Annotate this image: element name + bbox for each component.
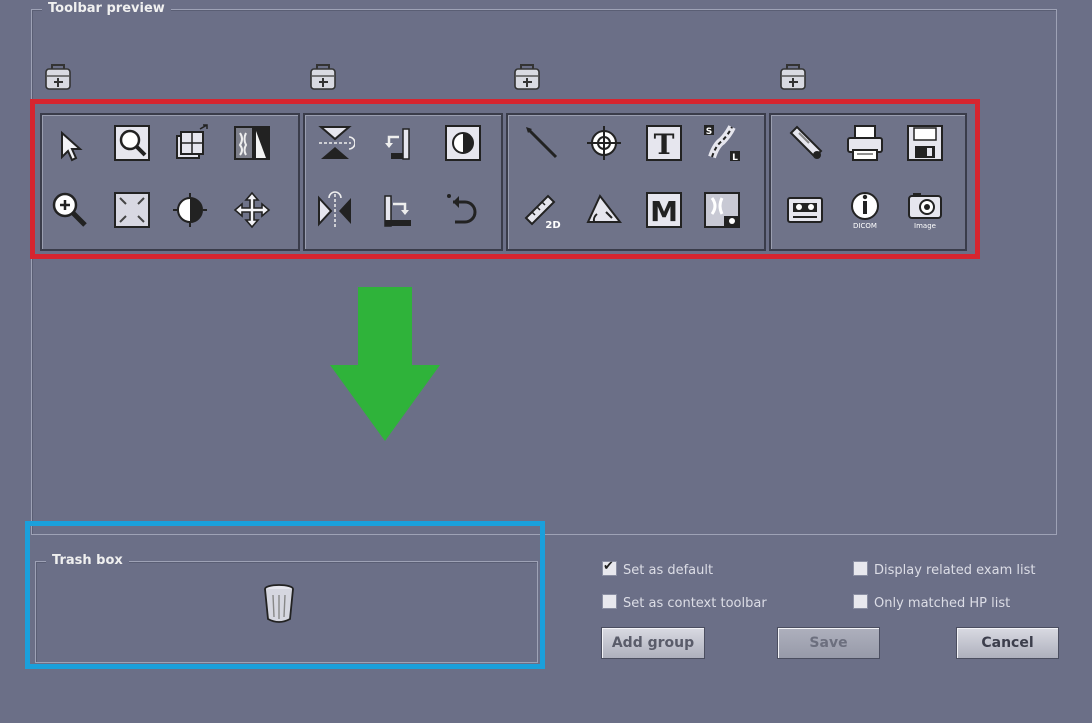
print-icon[interactable] bbox=[845, 123, 885, 163]
dicom-info-icon[interactable]: DICOM bbox=[845, 190, 885, 230]
save-button[interactable]: Save bbox=[777, 627, 880, 659]
drag-grip-icon[interactable] bbox=[777, 60, 809, 92]
dicom-label: DICOM bbox=[853, 222, 877, 230]
drag-grip-icon[interactable] bbox=[307, 60, 339, 92]
checkbox-icon[interactable] bbox=[602, 594, 617, 609]
checkbox-checked-icon[interactable] bbox=[602, 559, 617, 576]
undo-rotate-icon[interactable] bbox=[443, 190, 483, 230]
spine-l-label: L bbox=[732, 153, 738, 163]
crosshair-icon[interactable] bbox=[584, 123, 624, 163]
set-context-label: Set as context toolbar bbox=[623, 596, 767, 611]
matched-hp-checkbox[interactable]: Only matched HP list bbox=[853, 594, 1010, 612]
tool-group-orientation bbox=[303, 113, 503, 251]
set-context-checkbox[interactable]: Set as context toolbar bbox=[602, 594, 767, 612]
tape-icon[interactable] bbox=[785, 190, 825, 230]
trash-box-highlight bbox=[25, 521, 545, 669]
ruler-2d-label: 2D bbox=[545, 220, 560, 230]
tool-group-annotation: T SL 2D M bbox=[506, 113, 766, 251]
flip-vertical-icon[interactable] bbox=[315, 123, 355, 163]
pointer-icon[interactable] bbox=[50, 125, 90, 165]
layout-grid-icon[interactable] bbox=[170, 123, 210, 163]
related-exam-label: Display related exam list bbox=[874, 563, 1036, 578]
microphone-icon[interactable] bbox=[785, 123, 825, 163]
xray-overlay-icon[interactable] bbox=[702, 190, 742, 230]
set-default-checkbox[interactable]: Set as default bbox=[602, 559, 714, 579]
checkbox-icon[interactable] bbox=[853, 561, 868, 576]
down-arrow-icon bbox=[330, 287, 440, 441]
cancel-button[interactable]: Cancel bbox=[956, 627, 1059, 659]
related-exam-checkbox[interactable]: Display related exam list bbox=[853, 561, 1035, 579]
zoom-box-icon[interactable] bbox=[112, 123, 152, 163]
flip-horizontal-icon[interactable] bbox=[315, 190, 355, 230]
fit-screen-icon[interactable] bbox=[112, 190, 152, 230]
spine-s-label: S bbox=[706, 127, 712, 137]
text-m-label: M bbox=[650, 195, 678, 228]
rotate-left-icon[interactable] bbox=[377, 123, 417, 163]
angle-icon[interactable] bbox=[584, 190, 624, 230]
checkbox-icon[interactable] bbox=[853, 594, 868, 609]
toolbar-preview-panel: Toolbar preview bbox=[31, 1, 1057, 535]
toolbar-highlight: T SL 2D M DICOM Image bbox=[30, 99, 980, 259]
toolbar-preview-legend: Toolbar preview bbox=[42, 1, 171, 17]
set-default-label: Set as default bbox=[623, 563, 714, 578]
tool-group-output: DICOM Image bbox=[769, 113, 967, 251]
window-level-icon[interactable] bbox=[170, 190, 210, 230]
add-group-button[interactable]: Add group bbox=[601, 627, 705, 659]
drag-grip-icon[interactable] bbox=[42, 60, 74, 92]
spine-label-icon[interactable]: SL bbox=[702, 123, 742, 163]
drag-grip-icon[interactable] bbox=[511, 60, 543, 92]
rotate-right-icon[interactable] bbox=[377, 190, 417, 230]
invert-half-icon[interactable] bbox=[443, 123, 483, 163]
xray-invert-icon[interactable] bbox=[232, 123, 272, 163]
text-annotation-icon[interactable]: T bbox=[644, 123, 684, 163]
zoom-in-icon[interactable] bbox=[50, 190, 90, 230]
text-t-label: T bbox=[654, 128, 675, 161]
tool-group-view bbox=[40, 113, 300, 251]
image-capture-icon[interactable]: Image bbox=[905, 190, 945, 230]
image-label: Image bbox=[914, 222, 936, 230]
pan-icon[interactable] bbox=[232, 190, 272, 230]
magnify-m-icon[interactable]: M bbox=[644, 190, 684, 230]
save-disk-icon[interactable] bbox=[905, 123, 945, 163]
matched-hp-label: Only matched HP list bbox=[874, 596, 1011, 611]
line-measure-icon[interactable] bbox=[522, 123, 562, 163]
ruler-2d-icon[interactable]: 2D bbox=[522, 190, 562, 230]
